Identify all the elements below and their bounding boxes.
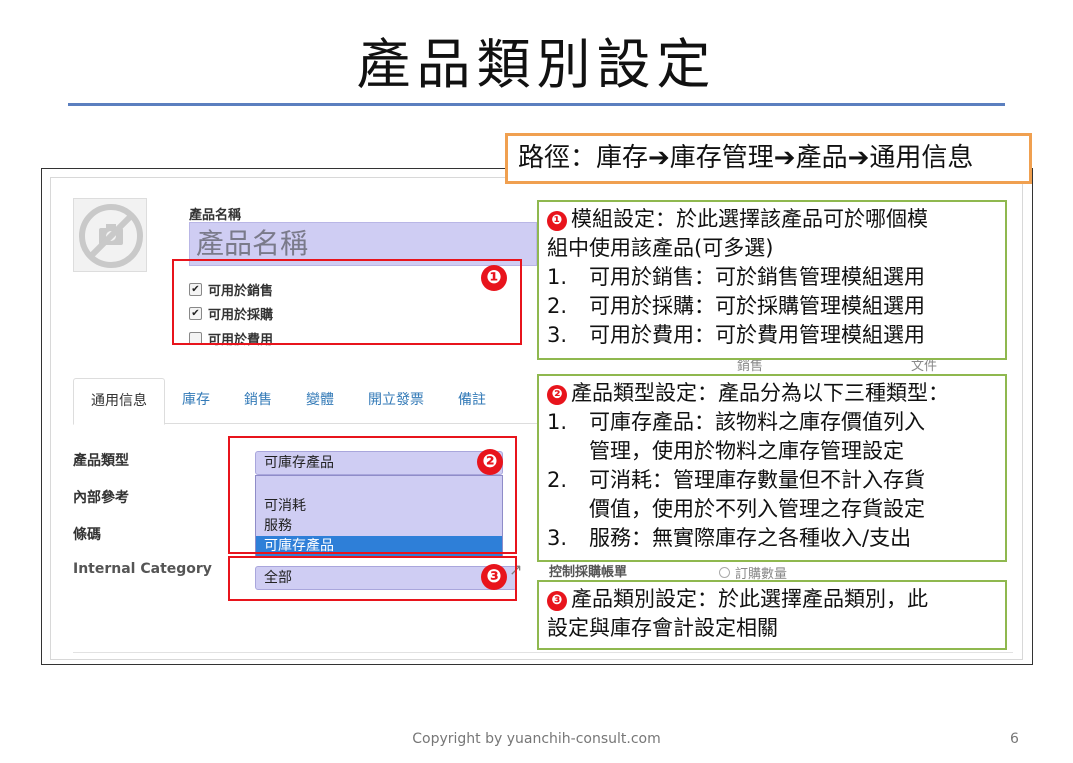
- list-number: 1.: [547, 265, 568, 289]
- note-item: 服務：無實際庫存之各種收入/支出: [589, 526, 912, 550]
- tab-invoicing[interactable]: 開立發票: [351, 378, 441, 424]
- tab-variants[interactable]: 變體: [289, 378, 351, 424]
- badge-3-icon: ❸: [547, 591, 567, 611]
- navigation-path: 路徑：庫存➔庫存管理➔產品➔通用信息: [505, 133, 1032, 184]
- list-number: 1.: [547, 410, 568, 434]
- product-type-label: 產品類型: [73, 453, 129, 469]
- tab-sales[interactable]: 銷售: [227, 378, 289, 424]
- slide-title: 產品類別設定: [356, 33, 717, 96]
- note-item: 可用於銷售：可於銷售管理模組選用: [589, 265, 925, 289]
- internal-category-label: Internal Category: [73, 561, 212, 577]
- note-title-continued: 組中使用該產品(可多選): [547, 236, 774, 260]
- badge-2-icon: ❷: [547, 385, 567, 405]
- tab-notes[interactable]: 備註: [441, 378, 503, 424]
- control-policy-partial-label: 控制採購帳單: [549, 565, 628, 580]
- badge-1-icon: ❶: [547, 211, 567, 231]
- product-name-label: 產品名稱: [189, 208, 242, 223]
- list-number: 2.: [547, 468, 568, 492]
- note-product-type: ❷ 產品類型設定：產品分為以下三種類型： 1. 可庫存產品：該物料之庫存價值列入 管…: [537, 374, 1007, 562]
- form-divider: [73, 652, 1013, 653]
- badge-2-icon: ❷: [477, 449, 503, 475]
- note-item: 可用於採購：可於採購管理模組選用: [589, 294, 925, 318]
- tab-inventory[interactable]: 庫存: [165, 378, 227, 424]
- note-product-category: ❸ 產品類別設定：於此選擇產品類別，此 設定與庫存會計設定相關: [537, 580, 1007, 650]
- note-title: 產品類型設定：產品分為以下三種類型：: [571, 381, 949, 405]
- note-item-continued: 管理，使用於物料之庫存管理設定: [589, 439, 904, 463]
- list-number: 2.: [547, 294, 568, 318]
- list-number: 3.: [547, 323, 568, 347]
- title-divider: [68, 103, 1005, 106]
- product-type-highlight-box: [228, 436, 517, 554]
- category-highlight-box: [228, 556, 517, 601]
- page-number: 6: [1010, 731, 1019, 747]
- tab-general-info[interactable]: 通用信息: [73, 378, 165, 425]
- note-title: 模組設定：於此選擇該產品可於哪個模: [571, 207, 928, 231]
- product-image-placeholder[interactable]: [73, 198, 147, 272]
- note-module-settings: ❶ 模組設定：於此選擇該產品可於哪個模 組中使用該產品(可多選) 1. 可用於銷售：…: [537, 200, 1007, 360]
- barcode-label: 條碼: [73, 527, 101, 543]
- form-tabs: 通用信息 庫存 銷售 變體 開立發票 備註: [73, 378, 593, 425]
- no-camera-icon: [79, 204, 143, 268]
- checkbox-highlight-box: [172, 259, 522, 345]
- note-item: 可用於費用：可於費用管理模組選用: [589, 323, 925, 347]
- copyright-footer: Copyright by yuanchih-consult.com: [412, 731, 661, 747]
- badge-1-icon: ❶: [481, 265, 507, 291]
- list-number: 3.: [547, 526, 568, 550]
- note-title-continued: 設定與庫存會計設定相關: [547, 616, 778, 640]
- internal-reference-label: 內部參考: [73, 490, 129, 506]
- note-title: 產品類別設定：於此選擇產品類別，此: [571, 587, 928, 611]
- note-item: 可庫存產品：該物料之庫存價值列入: [589, 410, 925, 434]
- order-qty-radio[interactable]: [719, 567, 730, 578]
- note-item-continued: 價值，使用於不列入管理之存貨設定: [589, 497, 925, 521]
- note-item: 可消耗：管理庫存數量但不計入存貨: [589, 468, 925, 492]
- badge-3-icon: ❸: [481, 564, 507, 590]
